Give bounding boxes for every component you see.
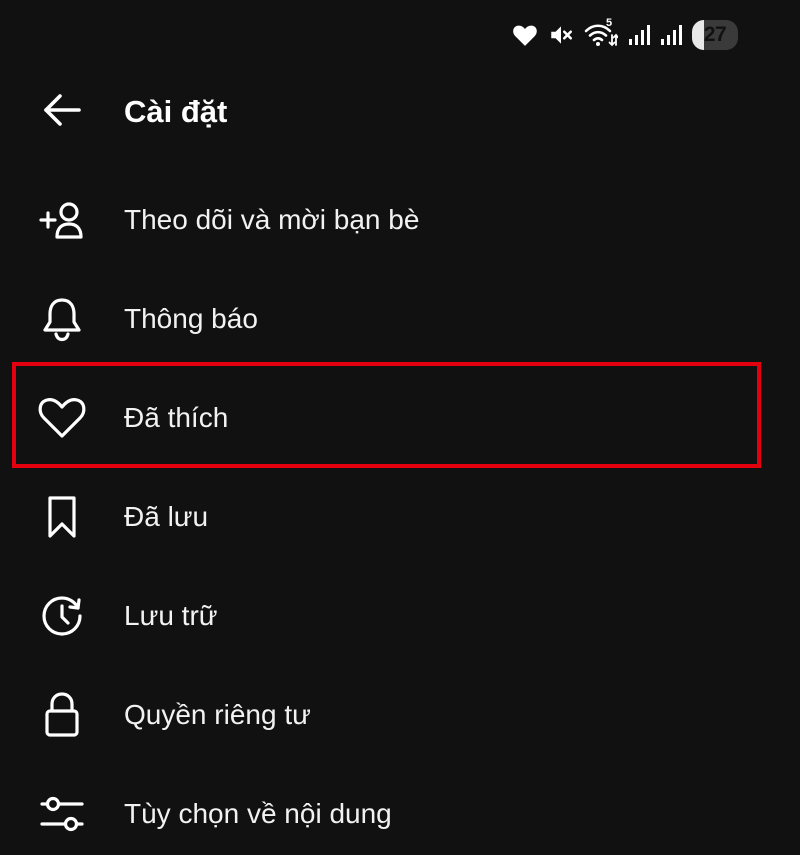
page-title: Cài đặt	[124, 94, 228, 129]
settings-menu: Theo dõi và mời bạn bè Thông báo Đã thíc…	[0, 170, 800, 855]
heart-outline-icon	[34, 390, 90, 446]
wifi-icon: 5	[584, 17, 618, 49]
arrow-left-icon	[42, 92, 82, 133]
menu-item-label: Đã thích	[124, 401, 229, 433]
menu-item-notifications[interactable]: Thông báo	[0, 269, 800, 368]
menu-item-content-preferences[interactable]: Tùy chọn về nội dung	[0, 764, 800, 855]
mute-icon	[548, 22, 574, 48]
bookmark-icon	[34, 489, 90, 545]
menu-item-saved[interactable]: Đã lưu	[0, 467, 800, 566]
menu-item-label: Đã lưu	[124, 500, 209, 532]
menu-item-archive[interactable]: Lưu trữ	[0, 566, 800, 665]
menu-item-follow-invite[interactable]: Theo dõi và mời bạn bè	[0, 170, 800, 269]
status-bar: 5 27	[512, 17, 738, 52]
menu-item-label: Quyền riêng tư	[124, 698, 311, 730]
menu-item-privacy[interactable]: Quyền riêng tư	[0, 665, 800, 764]
menu-item-label: Tùy chọn về nội dung	[124, 797, 392, 829]
wifi-badge: 5	[606, 17, 613, 29]
header: Cài đặt	[0, 80, 800, 144]
battery-fill	[692, 20, 705, 50]
lock-icon	[34, 687, 90, 743]
back-button[interactable]	[38, 92, 86, 132]
add-person-icon	[34, 192, 90, 248]
sliders-icon	[34, 786, 90, 842]
menu-item-liked[interactable]: Đã thích	[0, 368, 800, 467]
bell-icon	[34, 291, 90, 347]
battery-level: 27	[703, 23, 727, 46]
signal-icon	[660, 23, 682, 47]
heart-icon	[512, 23, 538, 47]
archive-clock-icon	[34, 588, 90, 644]
battery-indicator: 27	[692, 20, 738, 50]
menu-item-label: Thông báo	[124, 302, 258, 334]
signal-icon	[628, 23, 650, 47]
menu-item-label: Theo dõi và mời bạn bè	[124, 203, 420, 235]
menu-item-label: Lưu trữ	[124, 599, 218, 631]
